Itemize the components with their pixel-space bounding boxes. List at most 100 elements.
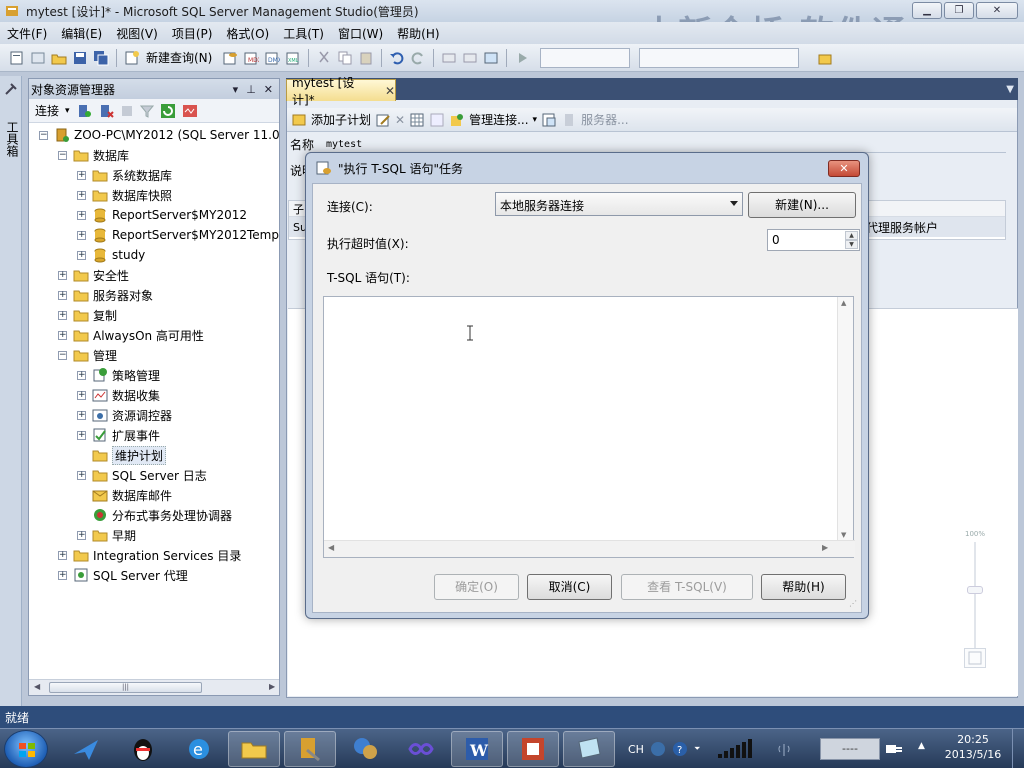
stop-icon[interactable] [120, 104, 134, 118]
menu-file[interactable]: 文件(F) [0, 25, 54, 42]
help-circle-icon[interactable]: ? [672, 741, 688, 757]
solution-config-combo[interactable] [540, 47, 631, 68]
taskbar-people-app[interactable] [339, 731, 391, 767]
open-folder-icon[interactable] [50, 49, 68, 67]
resize-grip-icon[interactable]: ⋰ [849, 599, 857, 608]
redo-icon[interactable] [409, 49, 427, 67]
collapse-icon[interactable]: − [58, 350, 67, 360]
power-plug-icon[interactable] [884, 741, 904, 757]
manage-connections-button[interactable]: 管理连接... [469, 111, 528, 128]
scroll-up-icon[interactable]: ▲ [841, 299, 846, 307]
paste-icon[interactable] [357, 49, 375, 67]
tree-node[interactable]: + AlwaysOn 高可用性 [29, 325, 279, 345]
taskbar-ssms-app[interactable] [284, 731, 336, 767]
tree-node[interactable]: − 管理 [29, 345, 279, 365]
minimize-button[interactable]: ▁ [912, 2, 942, 19]
toolbox-strip[interactable]: 工具箱 [0, 76, 22, 706]
connection-combo[interactable]: 本地服务器连接 [495, 192, 743, 216]
find-combo[interactable] [639, 47, 800, 68]
expand-icon[interactable]: + [58, 570, 67, 580]
start-button[interactable] [4, 730, 48, 768]
menu-help[interactable]: 帮助(H) [390, 25, 446, 42]
tree-node[interactable]: + SQL Server 日志 [29, 465, 279, 485]
servers-icon[interactable] [561, 112, 577, 128]
start-debug-icon[interactable] [513, 49, 531, 67]
tree-node[interactable]: 维护计划 [29, 445, 279, 465]
horizontal-scrollbar[interactable]: ◀ ||| ▶ [29, 679, 279, 695]
expand-icon[interactable]: + [77, 250, 86, 260]
tree-node[interactable]: + study [29, 245, 279, 265]
taskbar-word-app[interactable]: W [451, 731, 503, 767]
plan-name-field[interactable]: mytest [326, 139, 1006, 153]
add-item-icon[interactable] [29, 49, 47, 67]
screenshot-icon[interactable] [482, 49, 500, 67]
undo-icon[interactable] [388, 49, 406, 67]
connect-server-icon[interactable] [76, 103, 92, 119]
cancel-button[interactable]: 取消(C) [527, 574, 612, 600]
navigate-back-icon[interactable] [440, 49, 458, 67]
tree-node[interactable]: + 资源调控器 [29, 405, 279, 425]
menu-window[interactable]: 窗口(W) [331, 25, 390, 42]
save-all-icon[interactable] [92, 49, 110, 67]
tree-node[interactable]: + 扩展事件 [29, 425, 279, 445]
reporting-logging-icon[interactable] [541, 112, 557, 128]
properties-icon[interactable] [816, 49, 834, 67]
tab-mytest-design[interactable]: mytest [设计]* ✕ [286, 76, 396, 107]
tree-node[interactable]: + 策略管理 [29, 365, 279, 385]
expand-icon[interactable]: + [58, 330, 67, 340]
panel-dropdown-icon[interactable]: ▾ [233, 83, 239, 96]
navigate-forward-icon[interactable] [461, 49, 479, 67]
timeout-spinner[interactable]: 0 ▲ ▼ [767, 229, 860, 251]
close-window-button[interactable]: ✕ [976, 2, 1018, 19]
expand-icon[interactable]: + [77, 230, 86, 240]
tree-node[interactable]: + Integration Services 目录 [29, 545, 279, 565]
tree-node[interactable]: + 早期 [29, 525, 279, 545]
expand-icon[interactable]: + [77, 430, 86, 440]
collapse-icon[interactable]: − [39, 130, 48, 140]
tree-node[interactable]: + 数据收集 [29, 385, 279, 405]
tree-node[interactable]: 数据库邮件 [29, 485, 279, 505]
tree-node[interactable]: + 数据库快照 [29, 185, 279, 205]
tree-node[interactable]: + ReportServer$MY2012TempD [29, 225, 279, 245]
expand-icon[interactable]: + [77, 170, 86, 180]
show-hidden-icons-icon[interactable]: ▲ [918, 741, 925, 751]
subplan-schedule-icon[interactable] [409, 112, 425, 128]
dmx-query-icon[interactable]: DMX [263, 49, 281, 67]
show-desktop-button[interactable] [1012, 729, 1024, 768]
ok-button[interactable]: 确定(O) [434, 574, 519, 600]
scroll-right-icon[interactable]: ▶ [269, 682, 275, 691]
remove-schedule-icon[interactable] [429, 112, 445, 128]
refresh-icon[interactable] [160, 103, 176, 119]
tsql-horizontal-scrollbar[interactable]: ◀ ▶ [324, 540, 855, 557]
new-project-icon[interactable] [8, 49, 26, 67]
scroll-left-icon[interactable]: ◀ [34, 682, 40, 691]
tree-node[interactable]: + 复制 [29, 305, 279, 325]
tree-node[interactable]: + 服务器对象 [29, 285, 279, 305]
tab-list-dropdown-icon[interactable]: ▼ [1006, 84, 1014, 95]
new-query-button[interactable]: 新建查询(N) [146, 49, 212, 66]
expand-icon[interactable]: + [77, 470, 86, 480]
expand-icon[interactable]: + [77, 210, 86, 220]
expand-icon[interactable]: + [58, 310, 67, 320]
taskbar-notes-app[interactable] [563, 731, 615, 767]
expand-icon[interactable]: + [58, 290, 67, 300]
taskbar-ie-app[interactable]: e [173, 731, 225, 767]
new-query-icon[interactable] [123, 49, 141, 67]
tree-node[interactable]: + 系统数据库 [29, 165, 279, 185]
tsql-textarea[interactable]: ▲ ▼ ◀ ▶ [323, 296, 855, 558]
add-subplan-button[interactable]: 添加子计划 [311, 111, 371, 128]
expand-icon[interactable]: + [77, 370, 86, 380]
restore-button[interactable]: ❐ [944, 2, 974, 19]
connect-button[interactable]: 连接 [35, 102, 59, 119]
tree-node[interactable]: − 数据库 [29, 145, 279, 165]
tree-node[interactable]: + 安全性 [29, 265, 279, 285]
zoom-knob[interactable] [967, 586, 983, 594]
menu-tools[interactable]: 工具(T) [276, 25, 331, 42]
dialog-close-button[interactable]: ✕ [828, 160, 860, 177]
expand-icon[interactable]: + [58, 550, 67, 560]
menu-view[interactable]: 视图(V) [109, 25, 165, 42]
taskbar-clock[interactable]: 20:25 2013/5/16 [938, 732, 1008, 762]
taskbar-bird-app[interactable] [60, 731, 112, 767]
spin-down-icon[interactable]: ▼ [845, 240, 858, 249]
tray-expand-icon[interactable]: ⏷ [694, 744, 700, 754]
